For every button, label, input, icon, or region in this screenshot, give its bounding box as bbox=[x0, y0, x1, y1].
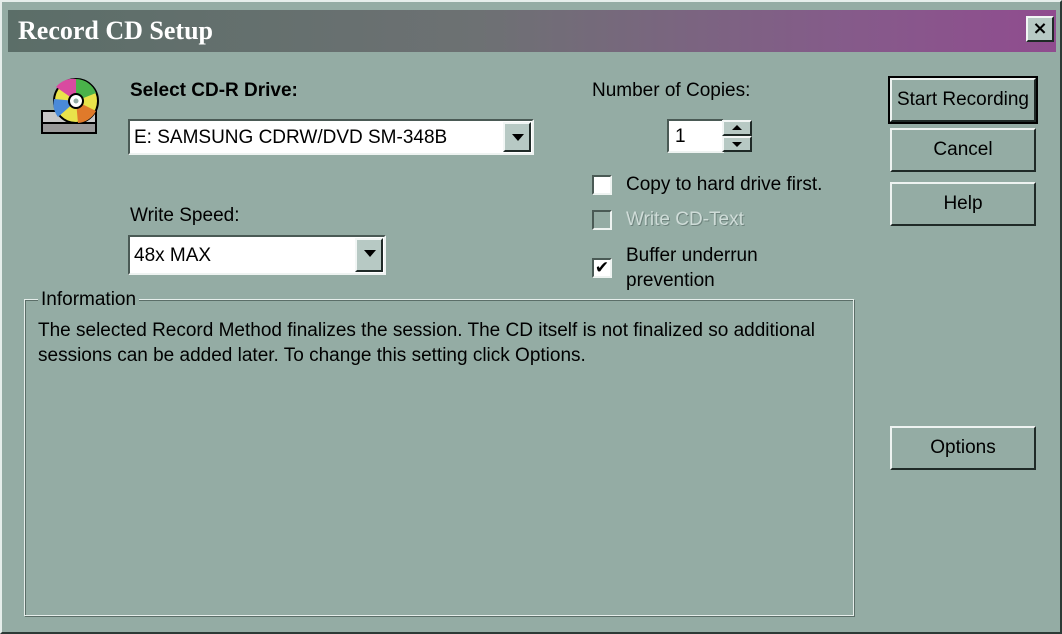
information-legend: Information bbox=[38, 289, 140, 311]
cd-drive-icon bbox=[41, 78, 99, 134]
copies-input[interactable]: 1 bbox=[667, 119, 724, 153]
options-button[interactable]: Options bbox=[890, 426, 1036, 470]
chevron-down-icon[interactable] bbox=[503, 122, 531, 152]
record-cd-setup-dialog: Record CD Setup × Select CD-R Drive: E: … bbox=[0, 0, 1062, 634]
drive-select[interactable]: E: SAMSUNG CDRW/DVD SM-348B bbox=[128, 119, 534, 155]
help-button[interactable]: Help bbox=[890, 182, 1036, 226]
chevron-down-icon[interactable] bbox=[355, 238, 383, 272]
speed-select[interactable]: 48x MAX bbox=[128, 235, 386, 275]
copies-down-icon[interactable] bbox=[722, 136, 752, 152]
copies-value: 1 bbox=[675, 126, 686, 147]
buffer-underrun-label-line1: Buffer underrun bbox=[626, 245, 758, 266]
title-bar[interactable]: Record CD Setup × bbox=[8, 10, 1056, 52]
close-button[interactable]: × bbox=[1026, 16, 1054, 42]
speed-select-value: 48x MAX bbox=[134, 245, 212, 266]
buffer-underrun-checkbox[interactable]: ✔ bbox=[592, 258, 612, 278]
write-cd-text-label: Write CD-Text bbox=[626, 209, 744, 230]
write-cd-text-checkbox bbox=[592, 210, 612, 230]
start-recording-button[interactable]: Start Recording bbox=[888, 76, 1038, 124]
buffer-underrun-label-line2: prevention bbox=[626, 270, 715, 291]
copies-label: Number of Copies: bbox=[592, 80, 751, 101]
speed-label: Write Speed: bbox=[130, 205, 240, 226]
copy-to-hd-checkbox[interactable] bbox=[592, 175, 612, 195]
drive-select-value: E: SAMSUNG CDRW/DVD SM-348B bbox=[134, 127, 448, 148]
information-text: The selected Record Method finalizes the… bbox=[38, 320, 815, 366]
checkmark-icon: ✔ bbox=[594, 258, 610, 278]
copy-to-hd-label: Copy to hard drive first. bbox=[626, 174, 823, 195]
window-title: Record CD Setup bbox=[18, 16, 213, 45]
cancel-button[interactable]: Cancel bbox=[890, 128, 1036, 172]
copies-up-icon[interactable] bbox=[722, 120, 752, 136]
drive-label: Select CD-R Drive: bbox=[130, 80, 298, 101]
